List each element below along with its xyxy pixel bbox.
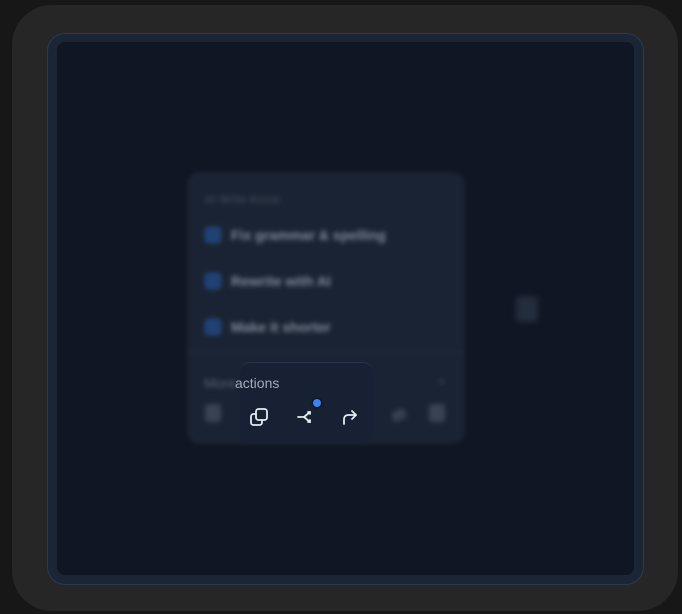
share-button[interactable] xyxy=(294,405,318,429)
copy-button[interactable] xyxy=(247,405,271,429)
checkbox-icon[interactable] xyxy=(205,319,221,335)
option-rewrite[interactable]: Rewrite with AI xyxy=(205,269,331,293)
option-label: Make it shorter xyxy=(231,319,331,335)
chevron-down-icon[interactable]: ⌄ xyxy=(437,372,447,386)
divider xyxy=(187,352,465,353)
checkbox-icon[interactable] xyxy=(205,227,221,243)
forward-arrow-icon xyxy=(343,410,357,425)
option-fix-grammar[interactable]: Fix grammar & spelling xyxy=(205,223,386,247)
app-screen: AI Write Assist Fix grammar & spelling R… xyxy=(57,42,634,575)
copy-icon xyxy=(250,408,268,426)
checkbox-icon[interactable] xyxy=(205,273,221,289)
blurred-side-icon xyxy=(516,296,538,322)
option-label: Fix grammar & spelling xyxy=(231,227,386,243)
share-branch-icon xyxy=(297,411,311,423)
trash-icon[interactable] xyxy=(429,404,445,422)
section-heading: AI Write Assist xyxy=(205,194,281,206)
option-label: Rewrite with AI xyxy=(231,273,331,289)
trash-icon[interactable] xyxy=(205,404,221,422)
more-actions-label: actions xyxy=(235,375,280,391)
forward-button[interactable] xyxy=(337,405,361,429)
more-prefix-label: More xyxy=(204,375,236,391)
pen-icon[interactable] xyxy=(390,407,408,423)
option-shorter[interactable]: Make it shorter xyxy=(205,315,331,339)
notification-dot xyxy=(313,399,321,407)
